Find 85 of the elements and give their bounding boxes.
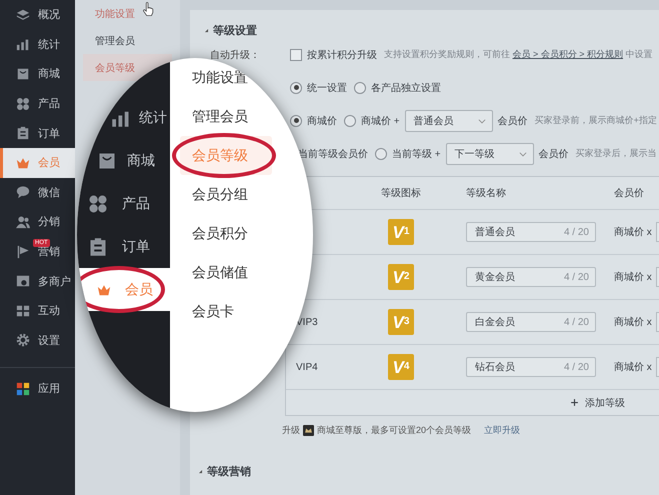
price-label: 商城价 x [614, 226, 652, 239]
submenu-item[interactable]: 会员分组 [180, 175, 252, 214]
sidebar-item[interactable]: 统计 [77, 96, 170, 139]
chat-bubble-icon [16, 185, 30, 200]
sidebar-item[interactable]: 设置 [0, 326, 75, 356]
clipboard-icon [16, 126, 30, 140]
section-title: 等级设置 [213, 24, 257, 38]
input-field[interactable]: 钻石会员 4 / 20 [466, 357, 596, 377]
radio-button[interactable] [375, 148, 387, 160]
input-field[interactable]: 白金会员 4 / 20 [466, 312, 596, 332]
sidebar-item[interactable]: 分销 [0, 207, 75, 237]
clover-grid-icon [88, 194, 108, 214]
clipboard-icon [88, 236, 108, 256]
add-level-button[interactable]: 添加等级 [566, 394, 629, 412]
sidebar-item[interactable]: 订单 [77, 225, 170, 268]
sidebar-item[interactable]: 商城 [77, 139, 170, 182]
radio-button[interactable] [344, 114, 356, 126]
plus-icon [570, 398, 579, 407]
hint-text: 买家登录前，展示商城价+指定 [534, 114, 657, 127]
apps-icon [16, 382, 30, 396]
checkbox[interactable] [290, 48, 302, 60]
sidebar-item[interactable]: 互动 [0, 296, 75, 326]
submenu-item[interactable]: 会员卡 [180, 292, 238, 331]
people-icon [16, 214, 30, 229]
radio-label: 商城价 + [361, 114, 400, 128]
bag-icon [97, 150, 117, 170]
collapse-triangle-icon [204, 28, 209, 32]
sidebar-item[interactable]: 产品 [77, 182, 170, 225]
column-header: 等级名称 [466, 188, 506, 199]
sidebar-item[interactable]: 统计 [0, 30, 75, 60]
price-label: 商城价 x [614, 360, 652, 374]
radio-button[interactable] [354, 82, 366, 94]
checkbox-label: 按累计积分升级 [307, 48, 377, 62]
sidebar-item[interactable]: 商城 [0, 59, 75, 89]
submenu-item[interactable]: 会员积分 [180, 214, 252, 253]
char-counter: 4 / 20 [564, 362, 589, 372]
sidebar-item[interactable]: 概况 [0, 0, 75, 30]
input-field[interactable]: 黄金会员 4 / 20 [466, 267, 596, 287]
radio-button[interactable] [290, 114, 302, 126]
clover-grid-icon [16, 96, 30, 111]
level-label: VIP4 [296, 362, 318, 372]
sidebar-item[interactable]: 多商户 [0, 266, 75, 296]
radio-button[interactable] [290, 82, 302, 94]
submenu-item[interactable]: 管理会员 [75, 27, 172, 54]
upgrade-link[interactable]: 立即升级 [484, 424, 520, 437]
flag-icon [16, 244, 30, 259]
collapse-triangle-icon [198, 468, 203, 474]
dropdown[interactable]: 下一等级 [446, 142, 534, 164]
layers-icon [16, 8, 30, 22]
bag-icon [16, 66, 30, 81]
column-header: 等级图标 [381, 186, 421, 200]
sidebar-item[interactable]: 产品 [0, 88, 75, 118]
radio-label: 各产品独立设置 [371, 82, 441, 94]
price-label: 商城价 x [614, 316, 652, 329]
blocks-icon [16, 304, 30, 318]
section-title: 等级营销 [207, 464, 251, 478]
char-counter: 4 / 20 [564, 272, 589, 282]
submenu-item[interactable]: 会员储值 [180, 253, 252, 292]
gear-icon [16, 333, 30, 348]
store-icon [16, 274, 30, 288]
field-label: 自动升级： [210, 50, 260, 60]
radio-label: 统一设置 [307, 82, 347, 94]
submenu-item[interactable]: 管理会员 [180, 97, 252, 136]
radio-label: 当前等级 + [392, 148, 441, 160]
sidebar-item[interactable]: 订单 [0, 118, 75, 148]
input-field[interactable]: 普通会员 4 / 20 [466, 222, 596, 242]
sidebar-item[interactable]: 微信 [0, 178, 75, 208]
crown-icon [16, 156, 30, 170]
sidebar-item[interactable]: 应用 [0, 374, 75, 404]
suffix-label: 会员价 [538, 148, 569, 160]
column-header: 会员价 [614, 187, 644, 200]
price-label: 商城价 x [614, 270, 652, 284]
premium-badge-icon [303, 425, 314, 436]
upgrade-text: 升级 [282, 424, 300, 437]
char-counter: 4 / 20 [564, 316, 589, 328]
upgrade-text: 商城至尊版，最多可设置20个会员等级 [317, 424, 472, 437]
link[interactable]: 会员 > 会员积分 > 积分规则 [512, 49, 624, 59]
suffix-label: 会员价 [498, 114, 528, 128]
hand-cursor-icon [141, 2, 155, 16]
char-counter: 4 / 20 [564, 226, 589, 238]
bar-chart-icon [16, 37, 30, 52]
dropdown[interactable]: 普通会员 [404, 110, 493, 132]
radio-label: 商城价 [307, 114, 337, 128]
hint-text: 买家登录后，展示当 [576, 147, 657, 160]
hint-text: 支持设置积分奖励规则，可前往 会员 > 会员积分 > 积分规则 中设置 [384, 48, 653, 61]
